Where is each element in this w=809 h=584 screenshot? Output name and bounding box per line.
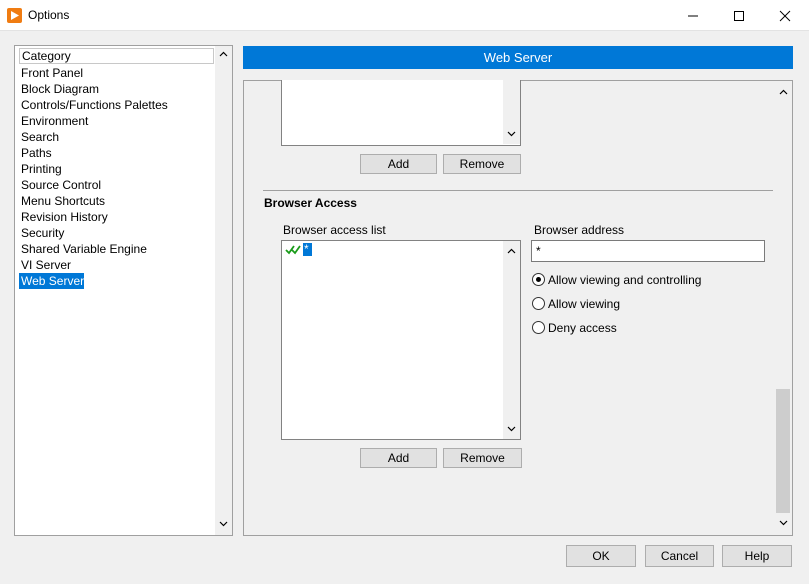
option-label: Deny access (548, 321, 617, 335)
scroll-up-button[interactable] (215, 46, 232, 63)
top-access-listbox[interactable] (281, 80, 521, 146)
chevron-up-icon (219, 51, 228, 57)
category-item[interactable]: Shared Variable Engine (19, 241, 147, 257)
section-title: Web Server (243, 46, 793, 69)
radio-deny-access[interactable] (532, 321, 545, 334)
allow-view-control-check-icon (285, 245, 301, 255)
panel-scroll-down-button[interactable] (775, 515, 792, 532)
top-list-scrollbar[interactable] (503, 80, 520, 144)
minimize-button[interactable] (670, 0, 716, 31)
category-item[interactable]: Controls/Functions Palettes (19, 97, 168, 113)
cancel-button[interactable]: Cancel (645, 545, 714, 567)
category-item[interactable]: Search (19, 129, 59, 145)
close-icon (779, 10, 791, 22)
category-items: Front Panel Block Diagram Controls/Functio… (19, 65, 215, 289)
section-divider (263, 190, 773, 191)
window-title: Options (28, 8, 70, 22)
category-item[interactable]: Printing (19, 161, 62, 177)
browser-remove-button[interactable]: Remove (443, 448, 522, 468)
access-list-scroll-up-button[interactable] (503, 243, 520, 260)
category-item[interactable]: Revision History (19, 209, 108, 225)
access-list-item-value: * (303, 243, 312, 256)
category-item[interactable]: Source Control (19, 177, 101, 193)
top-list-scroll-down-button[interactable] (503, 126, 520, 143)
category-item[interactable]: Web Server (19, 273, 85, 289)
ok-button[interactable]: OK (566, 545, 636, 567)
category-item[interactable]: VI Server (19, 257, 71, 273)
access-list-scrollbar[interactable] (503, 241, 520, 439)
chevron-down-icon (507, 131, 516, 137)
top-remove-button[interactable]: Remove (443, 154, 521, 174)
category-header[interactable]: Category (19, 48, 214, 64)
chevron-down-icon (219, 521, 228, 527)
panel-scrollbar[interactable] (775, 81, 792, 535)
help-button[interactable]: Help (722, 545, 792, 567)
chevron-down-icon (507, 426, 516, 432)
minimize-icon (688, 15, 698, 17)
category-item[interactable]: Environment (19, 113, 88, 129)
option-label: Allow viewing (548, 297, 621, 311)
chevron-up-icon (507, 248, 516, 254)
radio-selected-dot (536, 277, 541, 282)
panel-scroll-up-button[interactable] (775, 84, 792, 101)
radio-allow-view-control[interactable] (532, 273, 545, 286)
chevron-up-icon (779, 89, 788, 95)
category-item[interactable]: Security (19, 225, 64, 241)
category-item[interactable]: Front Panel (19, 65, 83, 81)
category-scrollbar[interactable] (215, 46, 232, 535)
browser-address-label: Browser address (534, 223, 625, 237)
maximize-button[interactable] (716, 0, 762, 31)
browser-address-input[interactable]: * (531, 240, 765, 262)
browser-access-list-label: Browser access list (283, 223, 386, 237)
close-button[interactable] (762, 0, 808, 31)
browser-access-heading: Browser Access (264, 196, 357, 210)
option-label: Allow viewing and controlling (548, 273, 702, 287)
category-item[interactable]: Block Diagram (19, 81, 99, 97)
labview-app-icon (7, 8, 22, 23)
scroll-down-button[interactable] (215, 516, 232, 533)
browser-access-listbox[interactable] (281, 240, 521, 440)
category-listbox[interactable]: Category Front Panel Block Diagram Control… (14, 45, 233, 536)
title-bar: Options (0, 0, 809, 31)
panel-scroll-thumb[interactable] (776, 389, 790, 513)
category-item[interactable]: Menu Shortcuts (19, 193, 105, 209)
browser-add-button[interactable]: Add (360, 448, 437, 468)
category-item[interactable]: Paths (19, 145, 52, 161)
access-list-scroll-down-button[interactable] (503, 421, 520, 438)
top-add-button[interactable]: Add (360, 154, 437, 174)
radio-allow-view[interactable] (532, 297, 545, 310)
maximize-icon (734, 11, 744, 21)
chevron-down-icon (779, 520, 788, 526)
